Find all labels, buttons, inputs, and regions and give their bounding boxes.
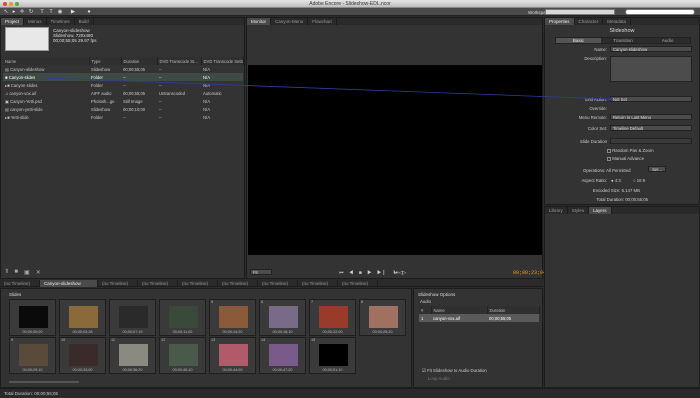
status-total-duration: Total Duration: 00;00;55;05	[4, 391, 59, 396]
audio-col-num: #	[419, 306, 432, 314]
slide-number: 13	[211, 338, 216, 342]
slide-image	[319, 344, 348, 366]
thumb-size-slider[interactable]	[9, 381, 79, 383]
slide-duration: 00;00;11;00	[172, 330, 193, 334]
slide-number: 10	[61, 338, 66, 342]
fit-audio-checkbox[interactable]: ☑	[422, 368, 426, 373]
slide-image	[69, 306, 98, 328]
slide-thumbnail[interactable]: 13 00;00;44;00	[209, 337, 256, 374]
fit-audio-row[interactable]: ☑ Fit Slideshow to Audio Duration	[422, 368, 487, 374]
slide-thumbnail[interactable]: 5 00;00;14;20	[209, 299, 256, 336]
slide-number: 8	[361, 300, 364, 304]
slide-thumbnail[interactable]: 12 00;00;40;10	[159, 337, 206, 374]
timeline-tab[interactable]: (no Timeline)	[178, 280, 218, 287]
slide-number: 6	[261, 300, 264, 304]
slide-duration: 00;00;36;20	[122, 368, 143, 372]
slide-duration: 00;00;25;20	[372, 330, 393, 334]
fit-audio-label: Fit Slideshow to Audio Duration	[427, 368, 487, 373]
slide-image	[169, 344, 198, 366]
slide-image	[169, 306, 198, 328]
status-bar: Total Duration: 00;00;55;05	[0, 388, 700, 398]
slide-thumbnail[interactable]: 10 00;00;33;00	[59, 337, 106, 374]
slide-number: 14	[261, 338, 266, 342]
timeline-tabs: (no Timeline) Canyon-slideshow (no Timel…	[0, 280, 543, 287]
slides-panel: Slides 00;00;00;00 00;00;03;28 00;00;07;19…	[0, 288, 412, 388]
slide-thumbnail[interactable]: 9 00;00;29;10	[9, 337, 56, 374]
audio-table-header: # Name Duration	[419, 306, 540, 314]
slide-thumbnail[interactable]: 00;00;03;28	[59, 299, 106, 336]
slide-image	[219, 344, 248, 366]
slides-label: Slides	[9, 292, 22, 297]
slide-thumbnail[interactable]: 6 00;00;18;10	[259, 299, 306, 336]
slide-duration: 00;00;03;28	[72, 330, 93, 334]
slide-thumbnail[interactable]: 00;00;11;00	[159, 299, 206, 336]
slide-number: 12	[161, 338, 166, 342]
timeline-tab-canyon-slideshow[interactable]: Canyon-slideshow	[40, 280, 98, 287]
timeline-tab[interactable]: (no Timeline)	[0, 280, 40, 287]
slide-thumbnail[interactable]: 8 00;00;25;20	[359, 299, 406, 336]
audio-row-num: 1	[419, 314, 431, 322]
loop-audio-label: Loop Audio	[428, 376, 450, 381]
slide-thumbnail[interactable]: 15 00;00;51;10	[309, 337, 356, 374]
timeline-tab[interactable]: (no Timeline)	[298, 280, 338, 287]
slide-image	[69, 344, 98, 366]
slide-duration: 00;00;14;20	[222, 330, 243, 334]
slide-image	[269, 344, 298, 366]
slideshow-options-title: Slideshow Options	[418, 292, 456, 297]
table-row[interactable]: 1 canyon-vox.aif 00;00;55;05	[419, 314, 539, 322]
slide-duration: 00;00;07;19	[122, 330, 143, 334]
slide-number: 15	[311, 338, 316, 342]
audio-table: # Name Duration 1 canyon-vox.aif 00;00;5…	[419, 306, 540, 322]
timeline-tab[interactable]: (no Timeline)	[138, 280, 178, 287]
slide-thumbnail[interactable]: 00;00;00;00	[9, 299, 56, 336]
slide-thumbnail[interactable]: 14 00;00;47;20	[259, 337, 306, 374]
audio-row-duration: 00;00;55;05	[487, 314, 539, 322]
slide-image	[219, 306, 248, 328]
slide-image	[19, 306, 48, 328]
slide-thumbnail[interactable]: 11 00;00;36;20	[109, 337, 156, 374]
slide-duration: 00;00;40;10	[172, 368, 193, 372]
slide-image	[119, 344, 148, 366]
slide-duration: 00;00;51;10	[322, 368, 343, 372]
slide-image	[19, 344, 48, 366]
timeline-tab[interactable]: (no Timeline)	[98, 280, 138, 287]
slide-image	[319, 306, 348, 328]
timeline-tab[interactable]: (no Timeline)	[258, 280, 298, 287]
slide-number: 5	[211, 300, 214, 304]
slide-duration: 00;00;47;20	[272, 368, 293, 372]
audio-col-name: Name	[431, 306, 488, 314]
slide-duration: 00;00;18;10	[272, 330, 293, 334]
timeline-tab[interactable]: (no Timeline)	[218, 280, 258, 287]
slide-image	[369, 306, 398, 328]
slide-number: 9	[11, 338, 14, 342]
slideshow-options-panel: Slideshow Options Audio # Name Duration …	[413, 288, 543, 388]
slide-duration: 00;00;22;00	[322, 330, 343, 334]
audio-col-duration: Duration	[487, 306, 540, 314]
slide-duration: 00;00;33;00	[72, 368, 93, 372]
timeline-tab[interactable]: (no Timeline)	[338, 280, 378, 287]
audio-label: Audio	[420, 299, 431, 304]
slide-duration: 00;00;29;10	[22, 368, 43, 372]
slide-thumbnail[interactable]: 7 00;00;22;00	[309, 299, 356, 336]
slide-image	[269, 306, 298, 328]
slide-number: 7	[311, 300, 314, 304]
slide-duration: 00;00;00;00	[22, 330, 43, 334]
slide-number: 11	[111, 338, 115, 342]
slide-image	[119, 306, 148, 328]
audio-row-name: canyon-vox.aif	[431, 314, 487, 322]
slide-duration: 00;00;44;00	[222, 368, 243, 372]
slide-thumbnail[interactable]: 00;00;07;19	[109, 299, 156, 336]
